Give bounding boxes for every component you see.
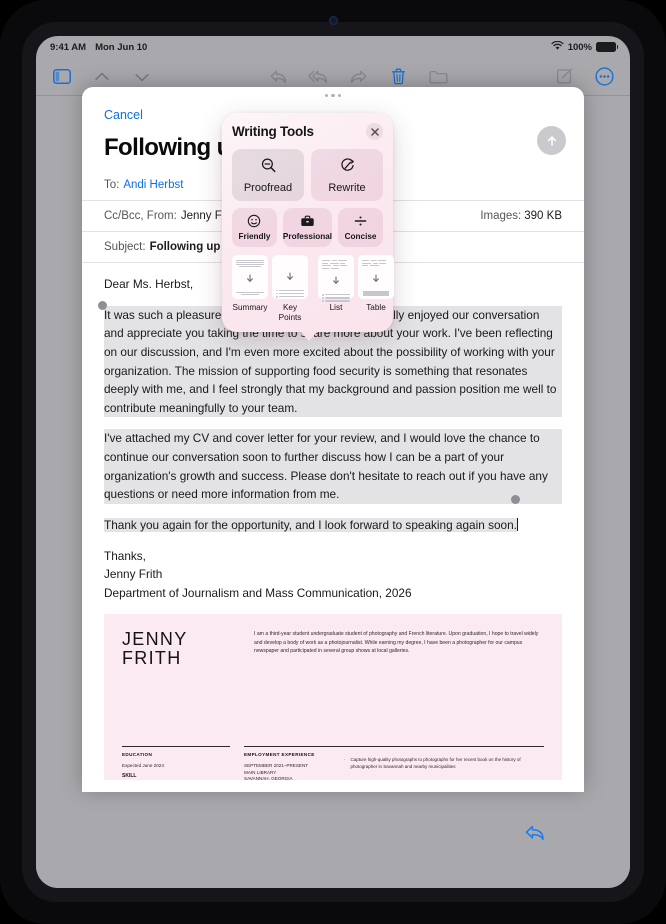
professional-label: Professional <box>282 232 333 241</box>
chevron-up-icon[interactable] <box>90 65 114 89</box>
table-label: Table <box>366 303 386 312</box>
key-points-button[interactable]: Key Points <box>272 255 308 323</box>
magnifier-minus-icon <box>260 157 277 177</box>
cv-name-line-2: FRITH <box>122 648 182 669</box>
signature-name: Jenny Frith <box>104 567 163 582</box>
key-points-label: Key Points <box>278 303 302 322</box>
compose-icon[interactable] <box>552 65 576 89</box>
forward-icon[interactable] <box>346 65 370 89</box>
images-label: Images: <box>480 210 522 222</box>
send-arrow-up-icon <box>547 135 556 146</box>
to-label: To: <box>104 179 120 191</box>
cv-employment-column: EMPLOYMENT EXPERIENCE SEPTEMBER 2021–PRE… <box>244 746 544 780</box>
cv-employment-place: MAIN LIBRARY <box>244 770 277 776</box>
concise-button[interactable]: Concise <box>338 208 383 247</box>
folder-icon[interactable] <box>426 65 450 89</box>
battery-percent-label: 100% <box>567 41 592 53</box>
subject-value: Following up <box>149 241 221 253</box>
writing-tools-tone-row: Friendly Professional Concise <box>232 208 383 247</box>
cv-bullet-1: · Capture high-quality photographs to ph… <box>344 757 544 780</box>
body-paragraph-2: I've attached my CV and cover letter for… <box>104 429 562 504</box>
writing-tools-title: Writing Tools <box>232 124 314 139</box>
subject-label: Subject: <box>104 241 146 253</box>
cv-divider-left <box>122 746 230 748</box>
summary-label: Summary <box>232 303 268 312</box>
screen: 9:41 AM Mon Jun 10 100% Cancel Following… <box>36 36 630 888</box>
cv-attachment-preview[interactable]: JENNY FRITH I am a third-year student un… <box>104 614 562 747</box>
sheet-bottom-area <box>82 792 584 888</box>
signature-department: Department of Journalism and Mass Commun… <box>104 585 412 600</box>
reply-icon[interactable] <box>266 65 290 89</box>
front-camera-icon <box>329 16 338 25</box>
images-size-info: Images: 390 KB <box>480 210 562 222</box>
proofread-label: Proofread <box>243 181 293 194</box>
cv-employment-date: SEPTEMBER 2021–PRESENT <box>244 763 309 769</box>
status-bar: 9:41 AM Mon Jun 10 100% <box>36 36 630 58</box>
summary-doc-icon <box>232 255 268 299</box>
chevron-down-icon[interactable] <box>130 65 154 89</box>
ipad-device-frame: 9:41 AM Mon Jun 10 100% Cancel Following… <box>0 0 666 924</box>
cv-bullet-marker: · <box>344 757 346 763</box>
reply-all-icon[interactable] <box>306 65 330 89</box>
selection-handle-end[interactable] <box>511 495 520 504</box>
briefcase-icon <box>300 214 315 230</box>
friendly-button[interactable]: Friendly <box>232 208 277 247</box>
status-date: Mon Jun 10 <box>95 41 148 53</box>
list-label: List <box>329 303 343 312</box>
rewrite-clock-icon <box>339 157 356 177</box>
cv-employment-city: SAVANNAH, GEORGIA <box>244 776 293 781</box>
body-paragraph-3: Thank you again for the opportunity, and… <box>104 517 519 532</box>
key-points-doc-icon <box>272 255 308 299</box>
friendly-label: Friendly <box>238 232 271 241</box>
rewrite-label: Rewrite <box>328 181 366 194</box>
list-button[interactable]: List <box>318 255 354 313</box>
cv-bullet-text: Capture high-quality photographs to phot… <box>350 757 521 770</box>
cv-education-heading: EDUCATION <box>122 752 153 758</box>
images-size-value: 390 KB <box>524 210 562 222</box>
writing-tools-transform-row: Summary Key Points List Table <box>232 255 394 323</box>
cv-education-date: Expected June 2024 <box>122 763 164 769</box>
summary-button[interactable]: Summary <box>232 255 268 313</box>
rewrite-button[interactable]: Rewrite <box>311 149 383 201</box>
battery-icon <box>596 42 619 52</box>
proofread-button[interactable]: Proofread <box>232 149 304 201</box>
close-x-icon[interactable] <box>366 123 383 140</box>
signature-signoff: Thanks, <box>104 548 146 563</box>
send-button[interactable] <box>537 126 566 155</box>
cv-name-line-1: JENNY <box>122 629 188 650</box>
cv-right-column: I am a third-year student undergraduate … <box>254 630 544 746</box>
cv-skill-heading: SKILL <box>122 773 137 780</box>
sidebar-toggle-icon[interactable] <box>50 65 74 89</box>
trash-icon[interactable] <box>386 65 410 89</box>
selection-handle-start[interactable] <box>98 301 107 310</box>
cv-attachment-lower[interactable]: EDUCATION Expected June 2024 SKILL EMPLO… <box>104 746 562 781</box>
cancel-button[interactable]: Cancel <box>104 108 143 122</box>
cc-from-label: Cc/Bcc, From: <box>104 210 177 222</box>
cv-education-column: EDUCATION Expected June 2024 SKILL <box>122 746 230 780</box>
table-doc-icon <box>358 255 394 299</box>
text-caret <box>516 517 519 531</box>
cv-intro-text: I am a third-year student undergraduate … <box>254 631 539 654</box>
list-doc-icon <box>318 255 354 302</box>
divide-icon <box>353 214 368 230</box>
wifi-icon <box>551 40 564 54</box>
sheet-drag-handle[interactable] <box>82 87 584 104</box>
cv-divider-right <box>244 746 544 748</box>
signature-block: Thanks, Jenny Frith Department of Journa… <box>104 547 562 603</box>
more-ellipsis-icon[interactable] <box>592 65 616 89</box>
cv-left-column: JENNY FRITH <box>122 630 234 746</box>
smiley-face-icon <box>247 214 261 230</box>
writing-tools-header: Writing Tools <box>232 123 383 140</box>
writing-tools-popover: Writing Tools Proofread Rewrite Friendly… <box>222 113 394 341</box>
to-recipient[interactable]: Andi Herbst <box>123 179 183 191</box>
table-button[interactable]: Table <box>358 255 394 313</box>
concise-label: Concise <box>344 232 377 241</box>
writing-tools-primary-row: Proofread Rewrite <box>232 149 383 201</box>
status-time: 9:41 AM <box>50 41 87 53</box>
reply-button[interactable] <box>524 824 546 847</box>
professional-button[interactable]: Professional <box>282 208 333 247</box>
